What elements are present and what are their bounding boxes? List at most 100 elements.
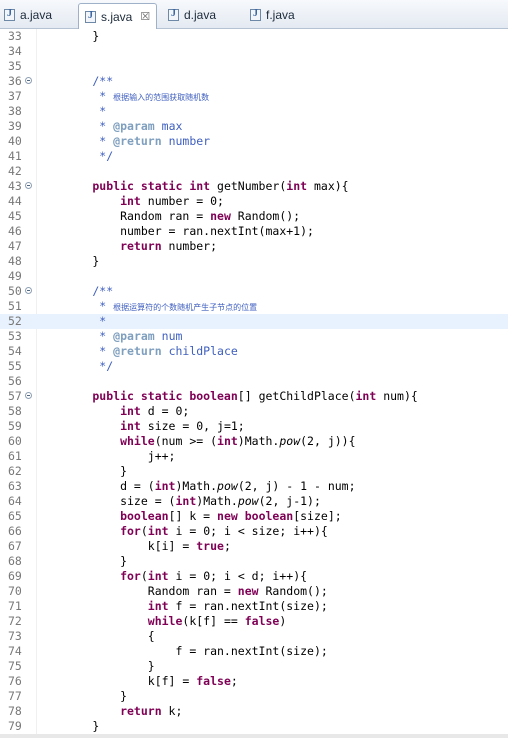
code-line[interactable]: 53 * @param num [0, 329, 508, 344]
code-text: */ [37, 359, 113, 374]
close-tab-icon[interactable]: ☒ [140, 10, 150, 23]
code-token: [size]; [293, 509, 342, 523]
code-line[interactable]: 64 size = (int)Math.pow(2, j-1); [0, 494, 508, 509]
code-text: /** [37, 74, 113, 89]
code-line[interactable]: 42 [0, 164, 508, 179]
line-number: 45 [8, 209, 22, 223]
horizontal-scrollbar[interactable] [0, 734, 508, 738]
code-line[interactable]: 57 public static boolean[] getChildPlace… [0, 389, 508, 404]
code-line[interactable]: 78 return k; [0, 704, 508, 719]
code-token: public static boolean [37, 389, 238, 403]
code-line[interactable]: 40 * @return number [0, 134, 508, 149]
code-line[interactable]: 49 [0, 269, 508, 284]
code-line[interactable]: 67 k[i] = true; [0, 539, 508, 554]
code-text: } [37, 464, 127, 479]
fold-toggle-icon[interactable] [25, 392, 32, 399]
code-line[interactable]: 37 * 根据输入的范围获取随机数 [0, 89, 508, 104]
code-token: Random ran = [37, 209, 211, 223]
code-line[interactable]: 33 } [0, 29, 508, 44]
code-token: i = 0; i < d; i++){ [168, 569, 308, 583]
code-text: * [37, 314, 106, 329]
code-text: d = (int)Math.pow(2, j) - 1 - num; [37, 479, 355, 494]
code-line[interactable]: 77 } [0, 689, 508, 704]
code-line[interactable]: 76 k[f] = false; [0, 674, 508, 689]
code-line[interactable]: 79 } [0, 719, 508, 734]
code-line[interactable]: 43 public static int getNumber(int max){ [0, 179, 508, 194]
tab-s-java[interactable]: s.java ☒ [78, 3, 158, 29]
code-token: number [161, 134, 211, 148]
code-line[interactable]: 36 /** [0, 74, 508, 89]
code-line[interactable]: 56 [0, 374, 508, 389]
code-line[interactable]: 54 * @return childPlace [0, 344, 508, 359]
code-token: } [37, 689, 128, 703]
code-line[interactable]: 59 int size = 0, j=1; [0, 419, 508, 434]
code-line[interactable]: 50 /** [0, 284, 508, 299]
line-number: 37 [8, 89, 22, 103]
code-line[interactable]: 71 int f = ran.nextInt(size); [0, 599, 508, 614]
code-token: d = ( [37, 479, 155, 493]
code-text: public static boolean[] getChildPlace(in… [37, 389, 417, 404]
code-line[interactable]: 45 Random ran = new Random(); [0, 209, 508, 224]
code-token: Random ran = [37, 584, 238, 598]
tab-a-java[interactable]: a.java [4, 3, 52, 27]
code-token: * [37, 299, 114, 313]
tab-f-java[interactable]: f.java [250, 3, 295, 27]
code-token: )Math. [175, 479, 218, 493]
code-line[interactable]: 74 f = ran.nextInt(size); [0, 644, 508, 659]
code-text: size = (int)Math.pow(2, j-1); [37, 494, 321, 509]
code-token: (num >= ( [154, 434, 218, 448]
code-line[interactable]: 66 for(int i = 0; i < size; i++){ [0, 524, 508, 539]
code-text: } [37, 659, 155, 674]
code-line[interactable]: 75 } [0, 659, 508, 674]
code-line[interactable]: 44 int number = 0; [0, 194, 508, 209]
code-line[interactable]: 34 [0, 44, 508, 59]
line-number: 63 [8, 479, 22, 493]
code-line[interactable]: 69 for(int i = 0; i < d; i++){ [0, 569, 508, 584]
tab-d-java[interactable]: d.java [168, 3, 216, 27]
code-line[interactable]: 52 * [0, 314, 508, 329]
code-line[interactable]: 39 * @param max [0, 119, 508, 134]
code-line[interactable]: 73 { [0, 629, 508, 644]
code-line[interactable]: 65 boolean[] k = new boolean[size]; [0, 509, 508, 524]
code-line[interactable]: 68 } [0, 554, 508, 569]
line-number: 40 [8, 134, 22, 148]
code-token: ( [140, 569, 148, 583]
code-line[interactable]: 60 while(num >= (int)Math.pow(2, j)){ [0, 434, 508, 449]
line-number: 65 [8, 509, 22, 523]
code-token: true [196, 539, 224, 553]
fold-toggle-icon[interactable] [25, 287, 32, 294]
line-number: 53 [8, 329, 22, 343]
code-line[interactable]: 47 return number; [0, 239, 508, 254]
code-line[interactable]: 46 number = ran.nextInt(max+1); [0, 224, 508, 239]
code-editor[interactable]: 33 } 34 35 36 /** 37 * 根据输入的范围获取随机数 38 * 39 * … [0, 29, 508, 735]
code-token: (2, j-1); [258, 494, 321, 508]
code-token: @return [113, 344, 162, 358]
code-line[interactable]: 55 */ [0, 359, 508, 374]
code-line[interactable]: 61 j++; [0, 449, 508, 464]
java-file-icon [168, 8, 179, 21]
fold-toggle-icon[interactable] [25, 77, 32, 84]
code-text: * 根据运算符的个数随机产生子节点的位置 [37, 299, 257, 315]
code-line[interactable]: 70 Random ran = new Random(); [0, 584, 508, 599]
java-file-icon [4, 8, 15, 21]
code-line[interactable]: 58 int d = 0; [0, 404, 508, 419]
code-line[interactable]: 72 while(k[f] == false) [0, 614, 508, 629]
code-line[interactable]: 35 [0, 59, 508, 74]
code-text: * [37, 104, 106, 119]
code-line[interactable]: 41 */ [0, 149, 508, 164]
fold-toggle-icon[interactable] [25, 182, 32, 189]
code-text: } [37, 554, 127, 569]
code-token: int [37, 194, 141, 208]
code-token: return [37, 239, 162, 253]
code-token: k; [161, 704, 183, 718]
code-line[interactable]: 48 } [0, 254, 508, 269]
code-line[interactable]: 51 * 根据运算符的个数随机产生子节点的位置 [0, 299, 508, 314]
code-line[interactable]: 62 } [0, 464, 508, 479]
code-line[interactable]: 63 d = (int)Math.pow(2, j) - 1 - num; [0, 479, 508, 494]
line-number: 69 [8, 569, 22, 583]
code-line[interactable]: 38 * [0, 104, 508, 119]
code-token: int [37, 599, 169, 613]
code-token: for [37, 569, 141, 583]
code-text: * @param max [37, 119, 182, 134]
code-token: max [154, 119, 183, 133]
